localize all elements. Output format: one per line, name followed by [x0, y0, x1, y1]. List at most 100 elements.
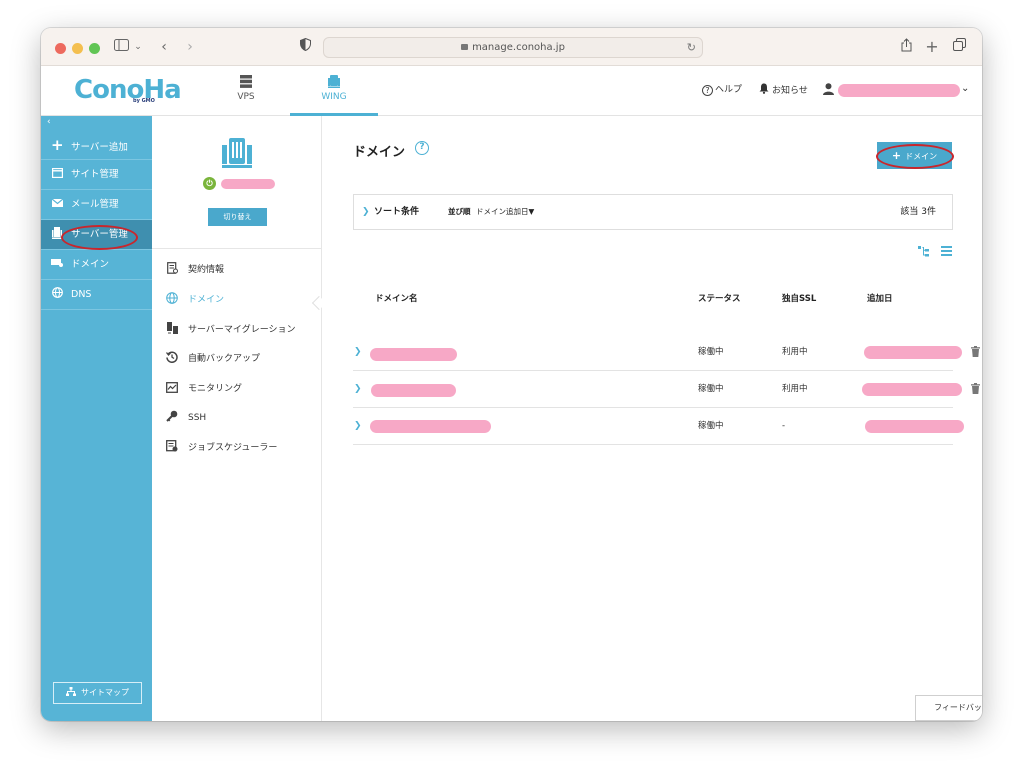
chevron-right-icon[interactable]: ❯ — [354, 408, 362, 445]
sidebar-item-domain[interactable]: ドメイン — [41, 250, 152, 280]
feedback-button[interactable]: フィードバック — [915, 695, 982, 721]
sort-label: ソート条件 — [374, 207, 420, 217]
menu-job-scheduler[interactable]: ジョブスケジューラー — [166, 440, 277, 456]
menu-contract[interactable]: 契約情報 — [166, 262, 224, 278]
app-header: ConoHa by GMO VPS WING ? ヘルプ お知らせ ⌄ — [41, 66, 982, 116]
chevron-right-icon[interactable]: ❯ — [354, 371, 362, 408]
sidebar-item-add-server[interactable]: + サーバー追加 — [41, 130, 152, 160]
menu-monitoring[interactable]: モニタリング — [166, 381, 242, 397]
status-cell: 稼働中 — [698, 347, 724, 357]
menu-domain[interactable]: ドメイン — [166, 292, 224, 308]
domain-name-redacted[interactable] — [370, 348, 457, 361]
column-header-ssl[interactable]: 独自SSL — [782, 292, 816, 304]
tab-vps[interactable]: VPS — [202, 66, 290, 116]
switch-server-button[interactable]: 切り替え — [208, 208, 267, 226]
sidebar-item-label: DNS — [71, 289, 92, 300]
domain-name-redacted[interactable] — [371, 384, 456, 397]
globe-icon — [51, 280, 63, 310]
user-name-redacted[interactable] — [838, 84, 960, 97]
trash-icon[interactable] — [971, 383, 980, 394]
table-row[interactable]: ❯ 稼働中 利用中 — [353, 334, 980, 371]
back-icon[interactable]: ‹ — [157, 38, 171, 56]
shield-icon[interactable] — [298, 37, 312, 56]
migration-icon — [166, 322, 178, 334]
mail-icon — [51, 190, 63, 220]
menu-label: 契約情報 — [188, 265, 225, 275]
plus-icon: + — [51, 136, 64, 154]
browser-window: ⌄ ‹ › manage.conoha.jp ↻ + ConoHa by GMO… — [41, 28, 982, 721]
scheduler-icon — [166, 440, 178, 452]
help-icon: ? — [702, 85, 713, 96]
sort-panel[interactable]: ❯ ソート条件 並び順 ドメイン追加日▼ 該当 3件 — [353, 194, 953, 230]
new-tab-icon[interactable]: + — [925, 38, 939, 56]
forward-icon[interactable]: › — [183, 38, 197, 56]
zoom-window-button[interactable] — [89, 43, 100, 54]
annotation-circle — [876, 144, 954, 169]
conoha-logo[interactable]: ConoHa — [74, 76, 182, 104]
sub-sidebar: ⏻ 切り替え 契約情報 ドメイン サーバーマイグレーション 自動バックアップ モ… — [152, 116, 322, 721]
power-status-icon: ⏻ — [203, 177, 216, 190]
lock-icon — [461, 44, 469, 50]
domain-icon — [51, 250, 63, 280]
menu-label: SSH — [188, 413, 207, 423]
chevron-down-icon[interactable]: ⌄ — [133, 38, 143, 56]
column-header-domain[interactable]: ドメイン名 — [375, 292, 418, 304]
server-name-redacted — [221, 179, 275, 189]
chevron-right-icon: ❯ — [362, 207, 370, 217]
menu-migration[interactable]: サーバーマイグレーション — [166, 322, 296, 338]
bell-icon — [759, 83, 769, 99]
menu-label: サーバーマイグレーション — [188, 325, 296, 335]
trash-icon[interactable] — [971, 346, 980, 357]
annotation-circle — [61, 225, 138, 250]
menu-label: ドメイン — [188, 295, 225, 305]
reload-icon[interactable]: ↻ — [687, 38, 696, 57]
main-content: ドメイン ? + ドメイン ❯ ソート条件 並び順 ドメイン追加日▼ 該当 3件 … — [323, 116, 982, 721]
sidebar-item-site[interactable]: サイト管理 — [41, 160, 152, 190]
url-text: manage.conoha.jp — [472, 42, 565, 53]
sort-value[interactable]: ドメイン追加日▼ — [476, 195, 534, 229]
menu-ssh[interactable]: SSH — [166, 410, 206, 426]
notice-link[interactable]: お知らせ — [759, 83, 808, 99]
table-row[interactable]: ❯ 稼働中 - — [353, 408, 964, 445]
sidebar-toggle-icon[interactable] — [113, 38, 129, 56]
tab-vps-label: VPS — [237, 92, 255, 102]
backup-icon — [165, 351, 178, 363]
sitemap-button[interactable]: サイトマップ — [53, 682, 142, 704]
tab-wing[interactable]: WING — [290, 66, 378, 116]
user-icon[interactable] — [823, 83, 834, 100]
ssl-cell: - — [782, 421, 786, 431]
menu-backup[interactable]: 自動バックアップ — [165, 351, 260, 367]
ssl-cell: 利用中 — [782, 347, 808, 357]
address-bar[interactable]: manage.conoha.jp ↻ — [323, 37, 703, 58]
contract-icon — [166, 262, 178, 274]
logo-sub: by GMO — [133, 98, 155, 104]
chevron-right-icon[interactable]: ❯ — [354, 334, 362, 371]
chevron-down-icon[interactable]: ⌄ — [961, 82, 969, 96]
help-icon[interactable]: ? — [415, 141, 429, 155]
close-window-button[interactable] — [55, 43, 66, 54]
sort-key: 並び順 — [448, 207, 471, 216]
tab-overview-icon[interactable] — [952, 38, 966, 56]
wing-server-icon — [328, 75, 340, 88]
menu-label: モニタリング — [188, 384, 243, 394]
page-title: ドメイン — [353, 145, 406, 160]
table-row[interactable]: ❯ 稼働中 利用中 — [353, 371, 980, 408]
sitemap-label: サイトマップ — [81, 688, 129, 697]
date-redacted — [865, 420, 964, 433]
minimize-window-button[interactable] — [72, 43, 83, 54]
result-count: 該当 3件 — [900, 207, 936, 217]
sitemap-icon — [66, 684, 76, 704]
column-header-added[interactable]: 追加日 — [867, 292, 893, 304]
list-view-icon[interactable] — [941, 246, 952, 259]
sidebar-item-mail[interactable]: メール管理 — [41, 190, 152, 220]
collapse-sidebar-icon[interactable]: ‹ — [41, 116, 152, 130]
sidebar-item-dns[interactable]: DNS — [41, 280, 152, 310]
domain-name-redacted[interactable] — [370, 420, 491, 433]
date-redacted — [864, 346, 962, 359]
column-header-status[interactable]: ステータス — [698, 292, 741, 304]
tree-view-icon[interactable] — [918, 246, 929, 260]
key-icon — [166, 410, 178, 422]
share-icon[interactable] — [899, 38, 913, 56]
help-link[interactable]: ? ヘルプ — [702, 83, 742, 97]
status-cell: 稼働中 — [698, 384, 724, 394]
